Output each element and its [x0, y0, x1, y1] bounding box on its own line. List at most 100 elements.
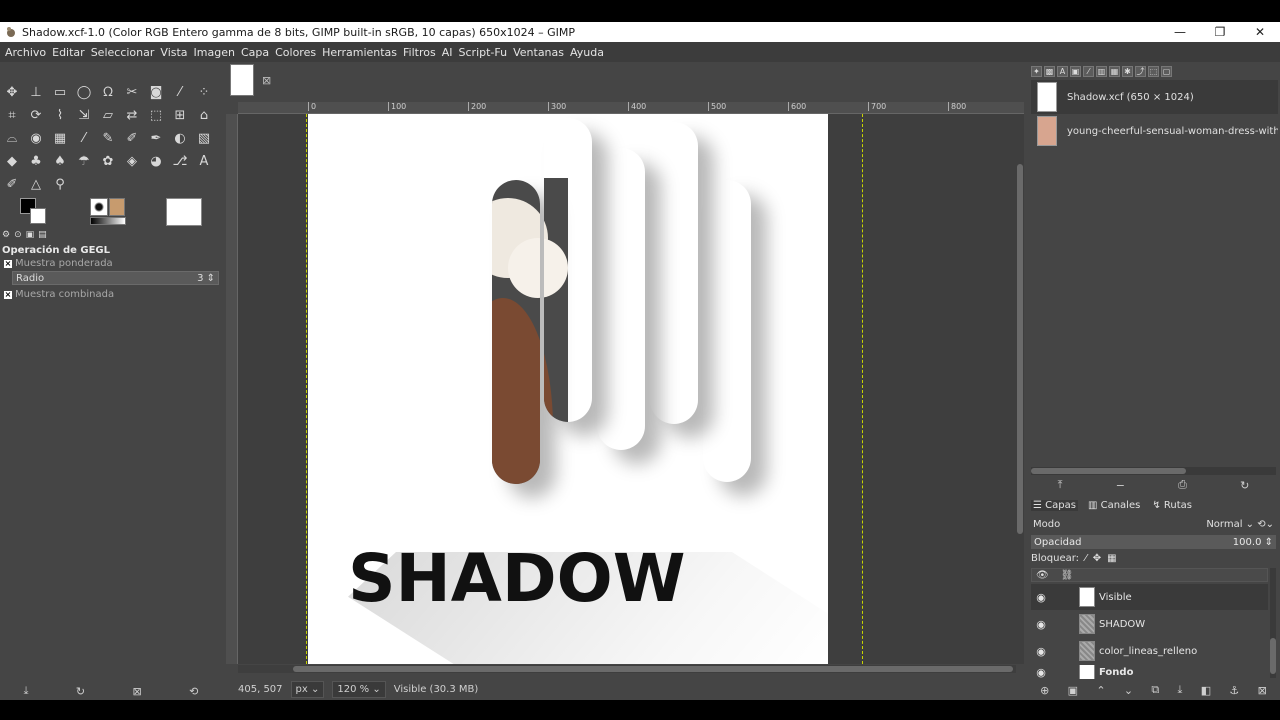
- scissors-select-icon[interactable]: ✂: [122, 82, 142, 102]
- mask-layer-icon[interactable]: ◧: [1201, 684, 1211, 697]
- reset-options-icon[interactable]: ⟲: [189, 685, 198, 698]
- lower-layer-icon[interactable]: ⌄: [1124, 684, 1133, 697]
- rect-select-icon[interactable]: ▭: [50, 82, 70, 102]
- background-color-swatch[interactable]: [30, 208, 46, 224]
- fuzzy-select-icon[interactable]: ⁄: [170, 82, 190, 102]
- undo-history-tab-icon[interactable]: ▣: [26, 230, 35, 240]
- clone-icon[interactable]: ♣: [26, 151, 46, 171]
- measure-icon[interactable]: △: [26, 174, 46, 194]
- ellipse-select-icon[interactable]: ◯: [74, 82, 94, 102]
- delete-layer-icon[interactable]: ⊠: [1258, 684, 1267, 697]
- tab-paths[interactable]: ↯ Rutas: [1150, 500, 1194, 511]
- active-image-thumbnail[interactable]: [166, 198, 202, 226]
- menu-item-ventanas[interactable]: Ventanas: [510, 46, 567, 59]
- tab-channels[interactable]: ▥ Canales: [1086, 500, 1142, 511]
- active-gradient-swatch[interactable]: [90, 217, 126, 225]
- gradients-tab-icon[interactable]: ▥: [1096, 65, 1107, 77]
- restore-options-icon[interactable]: ↻: [76, 685, 85, 698]
- menu-item-archivo[interactable]: Archivo: [2, 46, 49, 59]
- unified-transform-icon[interactable]: ⊞: [170, 105, 190, 125]
- eye-icon[interactable]: ◉: [1031, 591, 1051, 604]
- new-layer-icon[interactable]: ⊕: [1040, 684, 1049, 697]
- perspective-clone-icon[interactable]: ♠: [50, 151, 70, 171]
- paintbrush-icon[interactable]: ⁄: [74, 128, 94, 148]
- delete-options-icon[interactable]: ⊠: [132, 685, 141, 698]
- templates-tab-icon[interactable]: ⬚: [1148, 65, 1159, 77]
- palettes-tab-icon[interactable]: ▦: [1109, 65, 1120, 77]
- brushes-tab-icon[interactable]: ✦: [1031, 65, 1042, 77]
- transform-icon[interactable]: ⟳: [26, 105, 46, 125]
- device-status-tab-icon[interactable]: ⊙: [14, 230, 22, 240]
- images-tab-icon[interactable]: ▣: [1070, 65, 1081, 77]
- menu-item-ai[interactable]: AI: [439, 46, 456, 59]
- tab-layers[interactable]: ☰ Capas: [1031, 499, 1078, 511]
- layer-row[interactable]: ◉ color_lineas_relleno: [1031, 638, 1268, 664]
- ink-icon[interactable]: ✒: [146, 128, 166, 148]
- anchor-layer-icon[interactable]: ⚓: [1229, 684, 1239, 697]
- mypaint-icon[interactable]: ◐: [170, 128, 190, 148]
- menu-item-herramientas[interactable]: Herramientas: [319, 46, 400, 59]
- fonts-tab-icon[interactable]: A: [1057, 65, 1068, 77]
- text-icon[interactable]: A: [194, 151, 214, 171]
- mode-selector[interactable]: Normal ⌄ ⟲⌄: [1206, 519, 1274, 530]
- airbrush-icon[interactable]: ✐: [122, 128, 142, 148]
- heal-icon[interactable]: ▧: [194, 128, 214, 148]
- handle-transform-icon[interactable]: ⌂: [194, 105, 214, 125]
- zoom-icon[interactable]: ⚲: [50, 174, 70, 194]
- lock-position-icon[interactable]: ✥: [1093, 553, 1101, 564]
- cage-icon[interactable]: ⌓: [2, 128, 22, 148]
- checkbox-icon[interactable]: ×: [4, 290, 12, 299]
- document-history-tab-icon[interactable]: ⤴: [1135, 65, 1146, 77]
- raise-layer-icon[interactable]: ⌃: [1096, 684, 1105, 697]
- layers-vertical-scrollbar[interactable]: [1270, 568, 1276, 678]
- menu-item-filtros[interactable]: Filtros: [400, 46, 439, 59]
- close-button[interactable]: ✕: [1240, 22, 1280, 42]
- dodge-icon[interactable]: ✿: [98, 151, 118, 171]
- duplicate-layer-icon[interactable]: ⧉: [1151, 683, 1159, 697]
- free-select-icon[interactable]: ᘯ: [98, 82, 118, 102]
- gradient-icon[interactable]: ▦: [50, 128, 70, 148]
- foreground-select-icon[interactable]: ◙: [146, 82, 166, 102]
- new-group-icon[interactable]: ▣: [1068, 684, 1078, 697]
- scroll-thumb[interactable]: [293, 666, 1013, 672]
- menu-item-script-fu[interactable]: Script-Fu: [456, 46, 511, 59]
- buffers-tab-icon[interactable]: ▢: [1161, 65, 1172, 77]
- visibility-column-icon[interactable]: 👁: [1036, 570, 1049, 581]
- lock-alpha-icon[interactable]: ▦: [1107, 553, 1116, 564]
- color-select-icon[interactable]: ⁘: [194, 82, 214, 102]
- tool-presets-tab-icon[interactable]: ✱: [1122, 65, 1133, 77]
- menu-item-vista[interactable]: Vista: [157, 46, 190, 59]
- scale-icon[interactable]: ⇲: [74, 105, 94, 125]
- pencil-icon[interactable]: ✎: [98, 128, 118, 148]
- merge-layer-icon[interactable]: ⤓: [1178, 683, 1183, 697]
- unit-selector[interactable]: px ⌄: [290, 680, 325, 698]
- burn-icon[interactable]: ◕: [146, 151, 166, 171]
- image-list-item[interactable]: young-cheerful-sensual-woman-dress-with-…: [1031, 114, 1278, 148]
- zoom-selector[interactable]: 120 % ⌄: [332, 680, 386, 698]
- smudge-icon[interactable]: ☂: [74, 151, 94, 171]
- merged-sample-option[interactable]: × Muestra combinada: [4, 289, 114, 300]
- menu-item-ayuda[interactable]: Ayuda: [567, 46, 607, 59]
- canvas-viewport[interactable]: SHADOW: [238, 114, 1016, 664]
- layer-row[interactable]: ◉ Visible: [1031, 584, 1268, 610]
- paint-dynamics-tab-icon[interactable]: ⁄: [1083, 65, 1094, 77]
- warp-icon[interactable]: ⌇: [50, 105, 70, 125]
- raise-display-icon[interactable]: ⤒: [1058, 478, 1063, 492]
- canvas-vertical-scrollbar[interactable]: [1016, 114, 1024, 664]
- image-canvas[interactable]: SHADOW: [308, 114, 828, 664]
- layer-row[interactable]: ◉ Fondo: [1031, 665, 1268, 679]
- menu-item-capa[interactable]: Capa: [238, 46, 272, 59]
- horizontal-ruler[interactable]: 0 100 200 300 400 500 600 700 800: [238, 102, 1024, 114]
- checkbox-icon[interactable]: ×: [4, 259, 12, 268]
- images-horizontal-scrollbar[interactable]: [1031, 467, 1276, 475]
- lock-pixels-icon[interactable]: ⁄: [1085, 553, 1087, 564]
- eye-icon[interactable]: ◉: [1031, 666, 1051, 679]
- chain-column-icon[interactable]: ⛓: [1061, 570, 1074, 581]
- delete-image-icon[interactable]: ⎙: [1178, 478, 1187, 492]
- shear-icon[interactable]: ▱: [98, 105, 118, 125]
- active-pattern-swatch[interactable]: [109, 198, 125, 216]
- menu-item-seleccionar[interactable]: Seleccionar: [88, 46, 158, 59]
- weighted-sample-option[interactable]: × Muestra ponderada: [4, 258, 113, 269]
- minimize-button[interactable]: —: [1160, 22, 1200, 42]
- new-display-icon[interactable]: −: [1116, 479, 1125, 492]
